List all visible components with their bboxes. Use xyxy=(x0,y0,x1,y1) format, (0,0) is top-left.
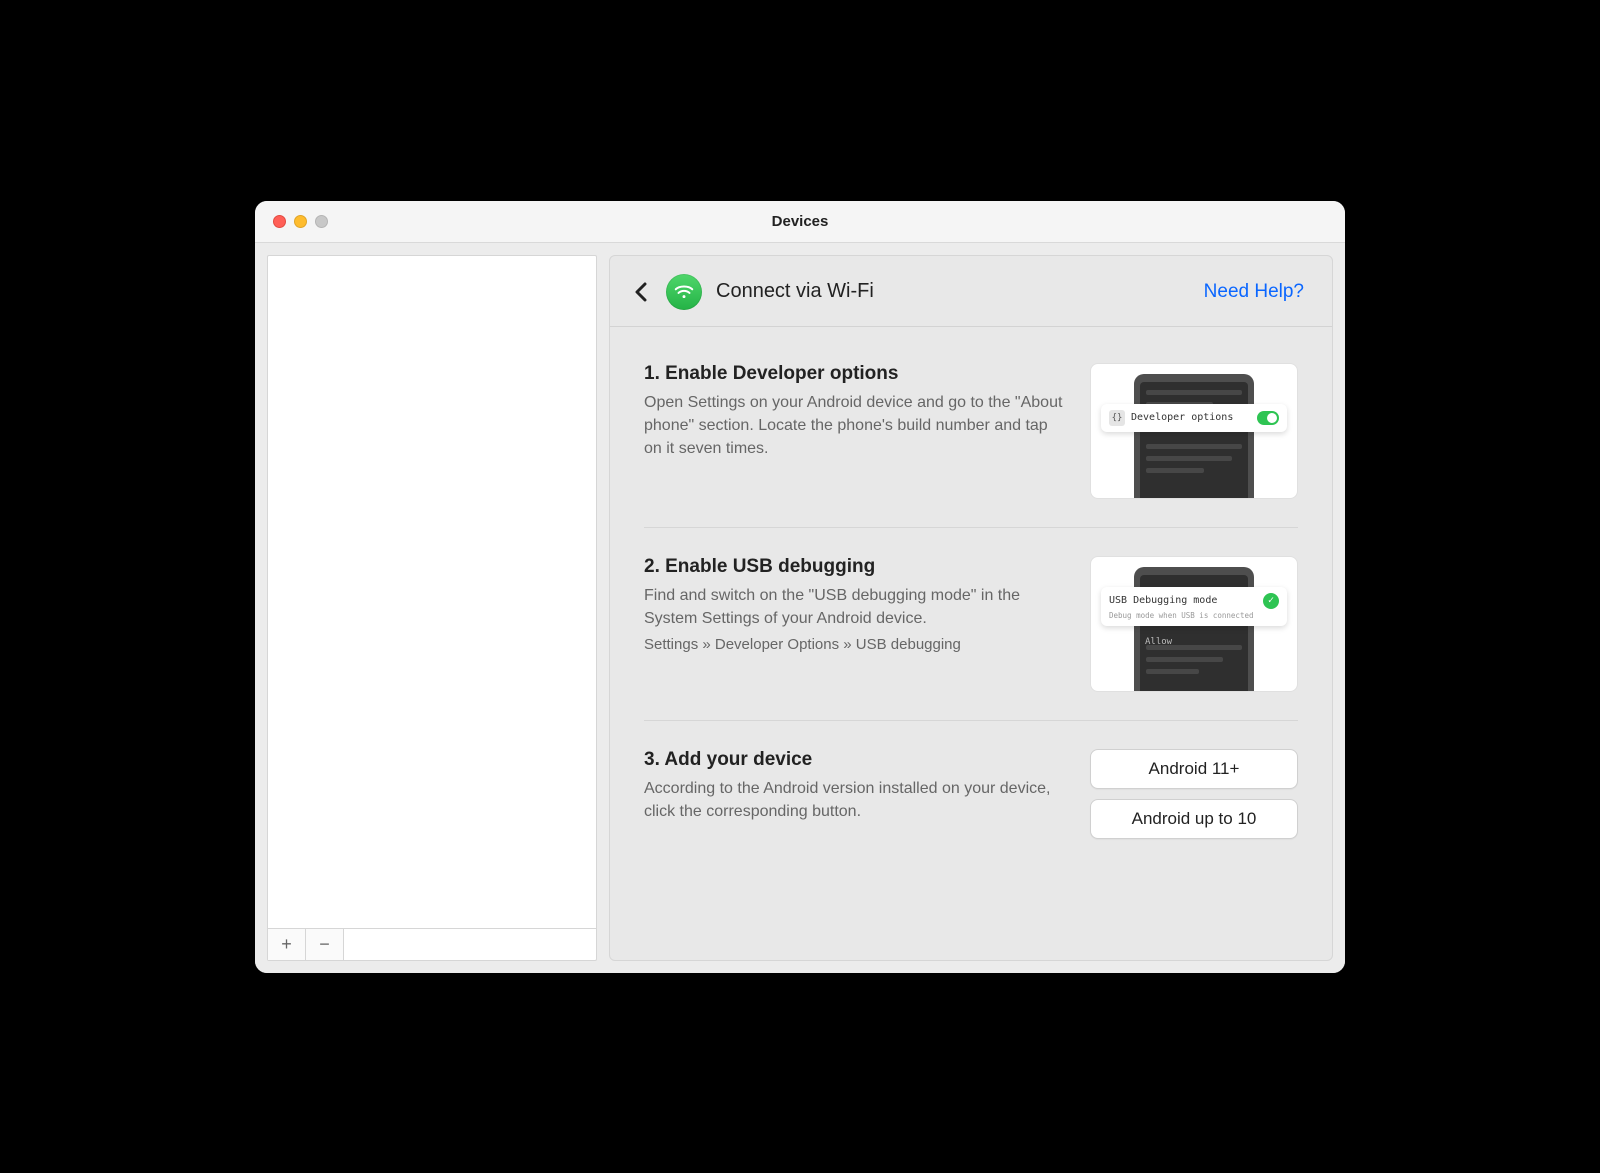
toggle-icon xyxy=(1257,411,1279,425)
devices-sidebar: + − xyxy=(267,255,597,961)
android-up-to-10-button[interactable]: Android up to 10 xyxy=(1090,799,1298,839)
callout-label: USB Debugging mode xyxy=(1109,595,1217,606)
step-illustration: {} Developer options xyxy=(1090,363,1298,499)
step-title: 3. Add your device xyxy=(644,749,1064,771)
phone-mockup xyxy=(1134,567,1254,692)
close-window-button[interactable] xyxy=(273,215,286,228)
android-11-plus-button[interactable]: Android 11+ xyxy=(1090,749,1298,789)
step-text: 1. Enable Developer options Open Setting… xyxy=(644,363,1064,461)
step-description: Open Settings on your Android device and… xyxy=(644,391,1064,461)
main-panel: Connect via Wi-Fi Need Help? 1. Enable D… xyxy=(609,255,1333,961)
step-description: According to the Android version install… xyxy=(644,777,1064,823)
step-add-device: 3. Add your device According to the Andr… xyxy=(644,721,1298,867)
window-body: + − Connect via Wi-Fi xyxy=(255,243,1345,973)
allow-label: Allow xyxy=(1145,637,1172,647)
traffic-lights xyxy=(273,215,328,228)
developer-options-callout: {} Developer options xyxy=(1101,404,1287,432)
checkmark-icon: ✓ xyxy=(1263,593,1279,609)
back-button[interactable] xyxy=(630,281,652,303)
page-title: Connect via Wi-Fi xyxy=(716,280,1190,303)
step-enable-developer-options: 1. Enable Developer options Open Setting… xyxy=(644,335,1298,528)
usb-debugging-callout: USB Debugging mode ✓ Debug mode when USB… xyxy=(1101,587,1287,626)
window-title: Devices xyxy=(255,213,1345,230)
step-title: 1. Enable Developer options xyxy=(644,363,1064,385)
android-version-buttons: Android 11+ Android up to 10 xyxy=(1090,749,1298,839)
sidebar-footer: + − xyxy=(268,928,596,960)
step-text: 3. Add your device According to the Andr… xyxy=(644,749,1064,823)
main-header: Connect via Wi-Fi Need Help? xyxy=(610,256,1332,327)
step-enable-usb-debugging: 2. Enable USB debugging Find and switch … xyxy=(644,528,1298,721)
step-title: 2. Enable USB debugging xyxy=(644,556,1064,578)
callout-sublabel: Debug mode when USB is connected xyxy=(1109,611,1254,620)
devices-list xyxy=(268,256,596,928)
step-path: Settings » Developer Options » USB debug… xyxy=(644,636,1064,653)
add-device-button[interactable]: + xyxy=(268,929,306,960)
braces-icon: {} xyxy=(1109,410,1125,426)
wifi-icon xyxy=(666,274,702,310)
remove-device-button[interactable]: − xyxy=(306,929,344,960)
phone-mockup xyxy=(1134,374,1254,499)
devices-window: Devices + − xyxy=(255,201,1345,973)
step-description: Find and switch on the "USB debugging mo… xyxy=(644,584,1064,630)
zoom-window-button[interactable] xyxy=(315,215,328,228)
step-text: 2. Enable USB debugging Find and switch … xyxy=(644,556,1064,653)
steps-list: 1. Enable Developer options Open Setting… xyxy=(610,327,1332,887)
titlebar: Devices xyxy=(255,201,1345,243)
callout-label: Developer options xyxy=(1131,412,1233,423)
minimize-window-button[interactable] xyxy=(294,215,307,228)
step-illustration: USB Debugging mode ✓ Debug mode when USB… xyxy=(1090,556,1298,692)
help-link[interactable]: Need Help? xyxy=(1204,281,1304,303)
